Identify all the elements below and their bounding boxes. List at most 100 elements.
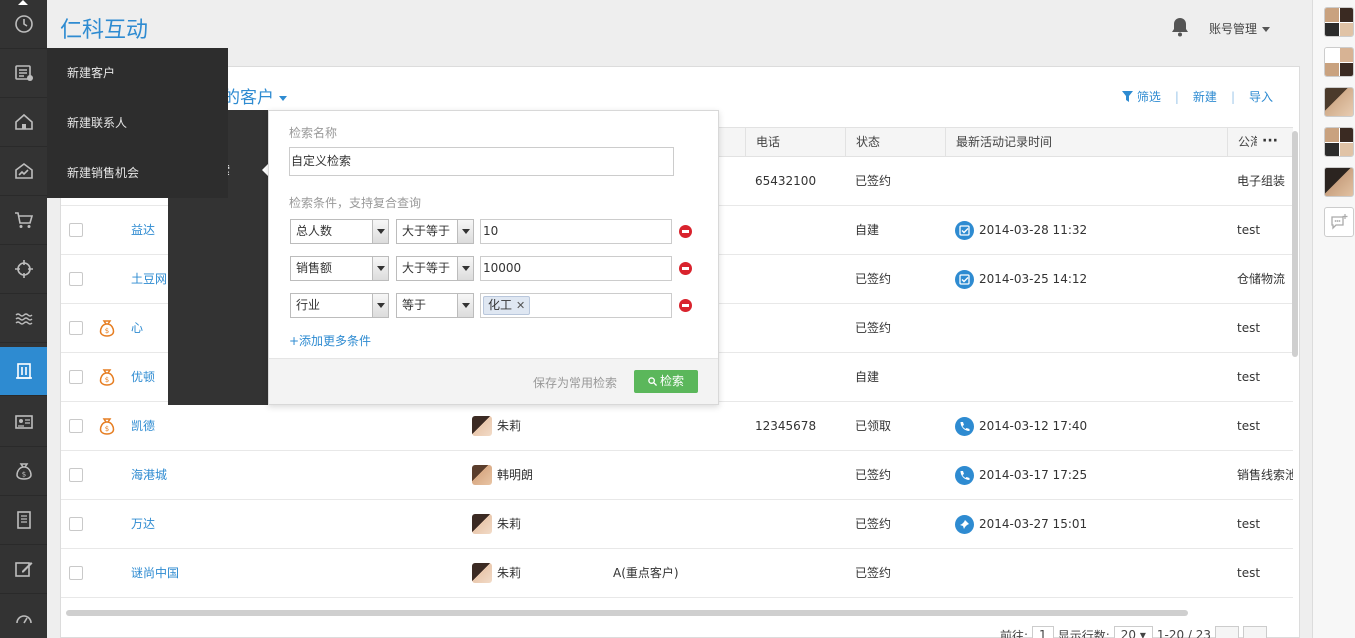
pager-rows-select[interactable]: 20 ▾ bbox=[1113, 626, 1153, 638]
nav-opportunities[interactable]: $ bbox=[0, 447, 47, 496]
condition-row: 销售额 大于等于 10000 bbox=[289, 256, 694, 281]
customer-name-link[interactable]: 万达 bbox=[131, 500, 155, 548]
conditions-label: 检索条件，支持复合查询 bbox=[289, 196, 422, 210]
nav-contracts[interactable] bbox=[0, 496, 47, 545]
account-menu[interactable]: 账号管理 bbox=[1209, 20, 1271, 37]
row-checkbox[interactable] bbox=[69, 370, 83, 384]
nav-dashboard[interactable] bbox=[0, 147, 47, 196]
table-row[interactable]: 海港城 韩明朗 已签约 2014-03-17 17:25 销售线索池 bbox=[61, 451, 1293, 500]
bell-icon[interactable] bbox=[1171, 17, 1189, 37]
customer-name-link[interactable]: 优顿 bbox=[131, 353, 155, 401]
tag-remove-icon[interactable]: ✕ bbox=[516, 299, 525, 312]
search-button[interactable]: 检索 bbox=[634, 370, 698, 393]
activity-time: 2014-03-17 17:25 bbox=[979, 468, 1088, 482]
column-header-pool[interactable]: 公海 bbox=[1227, 128, 1257, 157]
condition-value-input[interactable]: 10000 bbox=[480, 256, 672, 281]
add-condition-link[interactable]: +添加更多条件 bbox=[289, 332, 371, 349]
app-brand[interactable]: 仁科互动 bbox=[60, 12, 148, 44]
search-popup: 检索名称 自定义检索 检索条件，支持复合查询 总人数 大于等于 10 销售额 大… bbox=[268, 110, 719, 405]
row-checkbox[interactable] bbox=[69, 223, 83, 237]
import-button[interactable]: 导入 bbox=[1249, 88, 1273, 105]
flyout-new-contact[interactable]: 新建联系人 bbox=[47, 98, 228, 148]
vertical-scrollbar[interactable] bbox=[1292, 131, 1298, 357]
remove-condition-icon[interactable] bbox=[679, 299, 692, 312]
owner-name: 韩明朗 bbox=[497, 468, 534, 482]
user-avatar[interactable] bbox=[1324, 87, 1354, 117]
horizontal-scrollbar[interactable] bbox=[66, 610, 1188, 616]
nav-home[interactable] bbox=[0, 98, 47, 147]
remove-condition-icon[interactable] bbox=[679, 225, 692, 238]
home-icon bbox=[14, 113, 33, 130]
nav-customers[interactable] bbox=[0, 347, 47, 396]
column-header-phone[interactable]: 电话 bbox=[745, 128, 780, 157]
waves-icon bbox=[15, 313, 32, 325]
search-name-input[interactable]: 自定义检索 bbox=[289, 147, 674, 176]
nav-new[interactable] bbox=[0, 49, 47, 98]
group-avatar[interactable] bbox=[1324, 7, 1354, 37]
activity-time: 2014-03-25 14:12 bbox=[979, 272, 1088, 286]
create-button[interactable]: 新建 bbox=[1193, 88, 1217, 105]
nav-reports[interactable] bbox=[0, 594, 47, 638]
search-icon bbox=[648, 377, 658, 387]
condition-field-select[interactable]: 行业 bbox=[290, 293, 389, 318]
owner-avatar bbox=[472, 465, 492, 485]
condition-operator-select[interactable]: 等于 bbox=[396, 293, 474, 318]
phone-icon bbox=[960, 470, 970, 480]
customer-name-link[interactable]: 凯德 bbox=[131, 402, 155, 450]
new-chat-button[interactable] bbox=[1324, 207, 1354, 237]
nav-leads[interactable] bbox=[0, 245, 47, 294]
customer-name-link[interactable]: 益达 bbox=[131, 206, 155, 254]
condition-operator-select[interactable]: 大于等于 bbox=[396, 219, 474, 244]
condition-value-input[interactable]: 10 bbox=[480, 219, 672, 244]
more-columns-icon[interactable]: ··· bbox=[1255, 128, 1285, 157]
group-avatar[interactable] bbox=[1324, 47, 1354, 77]
user-avatar[interactable] bbox=[1324, 167, 1354, 197]
customer-name-link[interactable]: 心 bbox=[131, 304, 143, 352]
customer-name-link[interactable]: 土豆网 bbox=[131, 255, 167, 303]
view-selector[interactable]: 的客户 bbox=[223, 83, 287, 108]
search-name-label: 检索名称 bbox=[289, 126, 338, 140]
row-checkbox[interactable] bbox=[69, 321, 83, 335]
column-header-last-activity[interactable]: 最新活动记录时间 bbox=[945, 128, 1229, 157]
dropdown-arrow-icon bbox=[372, 294, 388, 317]
filter-icon bbox=[1121, 91, 1133, 102]
pager-page-input[interactable]: 1 bbox=[1032, 626, 1054, 638]
target-icon bbox=[14, 260, 33, 278]
customer-name-link[interactable]: 海港城 bbox=[131, 451, 167, 499]
activity-time: 2014-03-27 15:01 bbox=[979, 517, 1088, 531]
save-common-search-button[interactable]: 保存为常用检索 bbox=[533, 374, 617, 391]
pool-cell: 销售线索池 bbox=[1237, 468, 1293, 482]
customer-name-link[interactable]: 谜尚中国 bbox=[131, 549, 179, 597]
table-row[interactable]: 谜尚中国 朱莉 A(重点客户) 已签约 test bbox=[61, 549, 1293, 598]
flyout-new-customer[interactable]: 新建客户 bbox=[47, 48, 228, 98]
nav-pool[interactable] bbox=[0, 294, 47, 343]
prev-page-button[interactable] bbox=[1215, 626, 1240, 638]
next-page-button[interactable] bbox=[1243, 626, 1268, 638]
nav-activities[interactable] bbox=[0, 545, 47, 594]
condition-field-select[interactable]: 总人数 bbox=[290, 219, 389, 244]
table-row[interactable]: 万达 朱莉 已签约 2014-03-27 15:01 test bbox=[61, 500, 1293, 549]
dropdown-arrow-icon bbox=[372, 257, 388, 280]
condition-tag-input[interactable]: 化工 ✕ bbox=[480, 293, 672, 318]
chat-add-icon bbox=[1331, 214, 1348, 230]
condition-operator-select[interactable]: 大于等于 bbox=[396, 256, 474, 281]
row-checkbox[interactable] bbox=[69, 468, 83, 482]
nav-contacts[interactable] bbox=[0, 398, 47, 447]
owner-cell: 朱莉 bbox=[472, 402, 521, 450]
filter-button[interactable]: 筛选 bbox=[1137, 88, 1161, 105]
nav-orders[interactable] bbox=[0, 196, 47, 245]
rows-value: 20 bbox=[1120, 628, 1137, 638]
remove-condition-icon[interactable] bbox=[679, 262, 692, 275]
row-checkbox[interactable] bbox=[69, 517, 83, 531]
column-header-status[interactable]: 状态 bbox=[845, 128, 880, 157]
table-row[interactable]: $ 凯德 朱莉 12345678 已领取 2014-03-12 17:40 test bbox=[61, 402, 1293, 451]
condition-field-select[interactable]: 销售额 bbox=[290, 256, 389, 281]
row-checkbox[interactable] bbox=[69, 566, 83, 580]
status-cell: 自建 bbox=[855, 223, 880, 237]
nav-recent[interactable] bbox=[0, 0, 47, 49]
row-checkbox[interactable] bbox=[69, 272, 83, 286]
toolbar-actions: 筛选 | 新建 | 导入 bbox=[1121, 88, 1273, 105]
group-avatar[interactable] bbox=[1324, 127, 1354, 157]
flyout-new-opportunity[interactable]: 新建销售机会 bbox=[47, 148, 228, 198]
row-checkbox[interactable] bbox=[69, 419, 83, 433]
